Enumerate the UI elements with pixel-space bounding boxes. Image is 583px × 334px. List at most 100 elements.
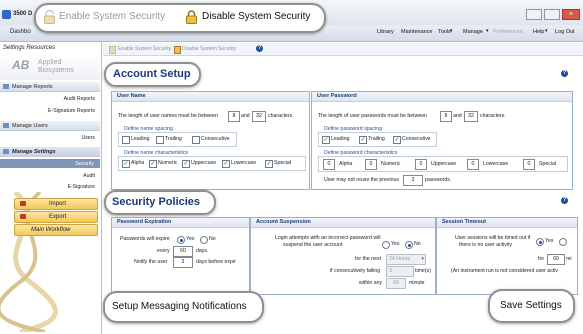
sidebar-item-audit-reports[interactable]: Audit Reports xyxy=(64,96,95,102)
sidebar-section-label: Manage Settings xyxy=(12,149,56,155)
enable-security-button: Enable System Security xyxy=(59,11,166,22)
logo-mark: AB xyxy=(12,58,30,72)
every-label: every xyxy=(157,248,170,254)
username-length-label: The length of user names must be between xyxy=(118,113,218,119)
suspend-duration-select[interactable]: 24 Hours ▾ xyxy=(386,254,426,265)
user-name-panel: User Name The length of user names must … xyxy=(111,91,310,190)
settings-sidebar: Settings Resources AB Applied Biosystems… xyxy=(0,42,102,334)
lowercase-checkbox[interactable]: ✓ xyxy=(222,160,230,168)
settings-icon xyxy=(3,149,9,154)
password-max-input[interactable]: 32 xyxy=(464,111,478,122)
lowercase-count-input[interactable]: 0 xyxy=(467,159,479,170)
alpha-checkbox[interactable]: ✓ xyxy=(122,160,130,168)
trailing-label: Trailing xyxy=(368,136,385,142)
user-password-panel: User Password The length of user passwor… xyxy=(311,91,573,190)
expire-yes-radio[interactable] xyxy=(177,236,185,244)
uppercase-label: Uppercase xyxy=(191,160,217,166)
next-label: for the next xyxy=(355,256,381,262)
suspension-line1: Login attempts with an incorrect passwor… xyxy=(275,235,381,241)
main-workflow-button[interactable]: Main Workflow xyxy=(14,224,98,236)
window-controls: × xyxy=(522,6,582,20)
notify-days-input[interactable]: 3 xyxy=(173,257,193,268)
characters-label: characters. xyxy=(480,113,506,119)
report-icon xyxy=(3,84,9,89)
password-spacing-group: ✓ Leading ✓ Trailing ✓ Consecutive xyxy=(318,132,437,147)
fail-count-input[interactable]: 3 xyxy=(386,266,414,277)
help-icon[interactable]: ? xyxy=(561,197,568,204)
alpha-label: Alpha xyxy=(339,161,353,167)
consecutive-checkbox[interactable]: ✓ xyxy=(393,136,401,144)
menu-library[interactable]: Library xyxy=(377,29,394,35)
alpha-count-input[interactable]: 0 xyxy=(323,159,335,170)
expire-days-input[interactable]: 60 xyxy=(173,246,193,257)
fail-label: if consecutively failing xyxy=(330,268,381,274)
yes-label: Yes xyxy=(391,241,400,247)
timeout-yes-radio[interactable] xyxy=(536,238,544,246)
menu-logout[interactable]: Log Out xyxy=(555,29,575,35)
session-timeout-panel: Session Timeout User sessions will be ti… xyxy=(436,217,578,295)
sidebar-item-audit[interactable]: Audit xyxy=(83,173,95,179)
disable-security-button[interactable]: Disable System Security xyxy=(202,11,310,22)
import-label: Import xyxy=(49,200,67,207)
characters-label: characters. xyxy=(268,113,294,119)
menu-help[interactable]: Help xyxy=(533,29,544,35)
lock-open-icon xyxy=(44,10,55,24)
suspend-no-radio[interactable] xyxy=(405,241,413,249)
sidebar-item-users[interactable]: Users xyxy=(81,135,95,141)
alpha-label: Alpha xyxy=(131,160,145,166)
for-label: for xyxy=(538,256,545,262)
menu-manage[interactable]: Manage xyxy=(463,29,483,35)
help-icon[interactable]: ? xyxy=(561,70,568,77)
and-label: and xyxy=(241,113,250,119)
trailing-checkbox[interactable] xyxy=(156,136,164,144)
sidebar-section-settings[interactable]: Manage Settings xyxy=(0,147,100,157)
within-minutes-input[interactable]: 60 xyxy=(386,278,406,289)
special-checkbox[interactable]: ✓ xyxy=(265,160,273,168)
sidebar-section-users[interactable]: Manage Users xyxy=(0,121,100,131)
special-label: Special xyxy=(539,161,557,167)
uppercase-checkbox[interactable]: ✓ xyxy=(182,160,190,168)
close-icon[interactable]: × xyxy=(562,9,580,20)
numeric-count-input[interactable]: 0 xyxy=(365,159,377,170)
minimize-icon[interactable] xyxy=(526,9,542,20)
suspend-yes-radio[interactable] xyxy=(382,241,390,249)
tab-dashboard[interactable]: Dashbo xyxy=(10,29,31,35)
import-button[interactable]: Import xyxy=(14,198,98,210)
password-expiration-header: Password Expiration xyxy=(112,218,249,228)
password-min-input[interactable]: 8 xyxy=(440,111,452,122)
sidebar-section-label: Manage Reports xyxy=(12,84,53,90)
help-icon[interactable]: ? xyxy=(256,45,263,52)
special-count-input[interactable]: 0 xyxy=(523,159,535,170)
leading-checkbox[interactable]: ✓ xyxy=(322,136,330,144)
timeout-minutes-input[interactable]: 60 xyxy=(547,254,565,265)
suspension-line2: suspend the user account xyxy=(283,242,343,248)
special-label: Special xyxy=(274,160,292,166)
maximize-icon[interactable] xyxy=(544,9,560,20)
numeric-checkbox[interactable]: ✓ xyxy=(149,160,157,168)
yes-label: Yes xyxy=(545,238,554,244)
sidebar-item-security[interactable]: Security xyxy=(0,159,100,168)
no-label: No xyxy=(209,236,216,242)
account-setup-callout: Account Setup xyxy=(104,62,201,87)
reuse-count-input[interactable]: 3 xyxy=(403,175,423,186)
sidebar-section-reports[interactable]: Manage Reports xyxy=(0,82,100,92)
menu-maintenance[interactable]: Maintenance xyxy=(401,29,433,35)
timeout-line2: there is no user activity xyxy=(459,242,513,248)
consecutive-checkbox[interactable] xyxy=(192,136,200,144)
timeout-no-radio[interactable] xyxy=(559,238,567,246)
leading-label: Leading xyxy=(131,136,150,142)
setup-messaging-button[interactable]: Setup Messaging Notifications xyxy=(112,301,247,312)
leading-checkbox[interactable] xyxy=(122,136,130,144)
uppercase-count-input[interactable]: 0 xyxy=(415,159,427,170)
save-settings-button[interactable]: Save Settings xyxy=(500,300,562,311)
menu-tools[interactable]: Tools xyxy=(438,29,451,35)
username-max-input[interactable]: 32 xyxy=(252,111,266,122)
disable-security-link[interactable]: Disable System Security xyxy=(182,46,236,52)
trailing-checkbox[interactable]: ✓ xyxy=(359,136,367,144)
export-button[interactable]: Export xyxy=(14,211,98,223)
sidebar-item-esignature-reports[interactable]: E-Signature Reports xyxy=(48,108,95,114)
password-characteristics-group: 0 Alpha 0 Numeric 0 Uppercase 0 Lowercas… xyxy=(318,156,568,172)
username-min-input[interactable]: 8 xyxy=(228,111,240,122)
expire-no-radio[interactable] xyxy=(200,236,208,244)
sidebar-item-esignature[interactable]: E-Signature xyxy=(68,184,95,190)
